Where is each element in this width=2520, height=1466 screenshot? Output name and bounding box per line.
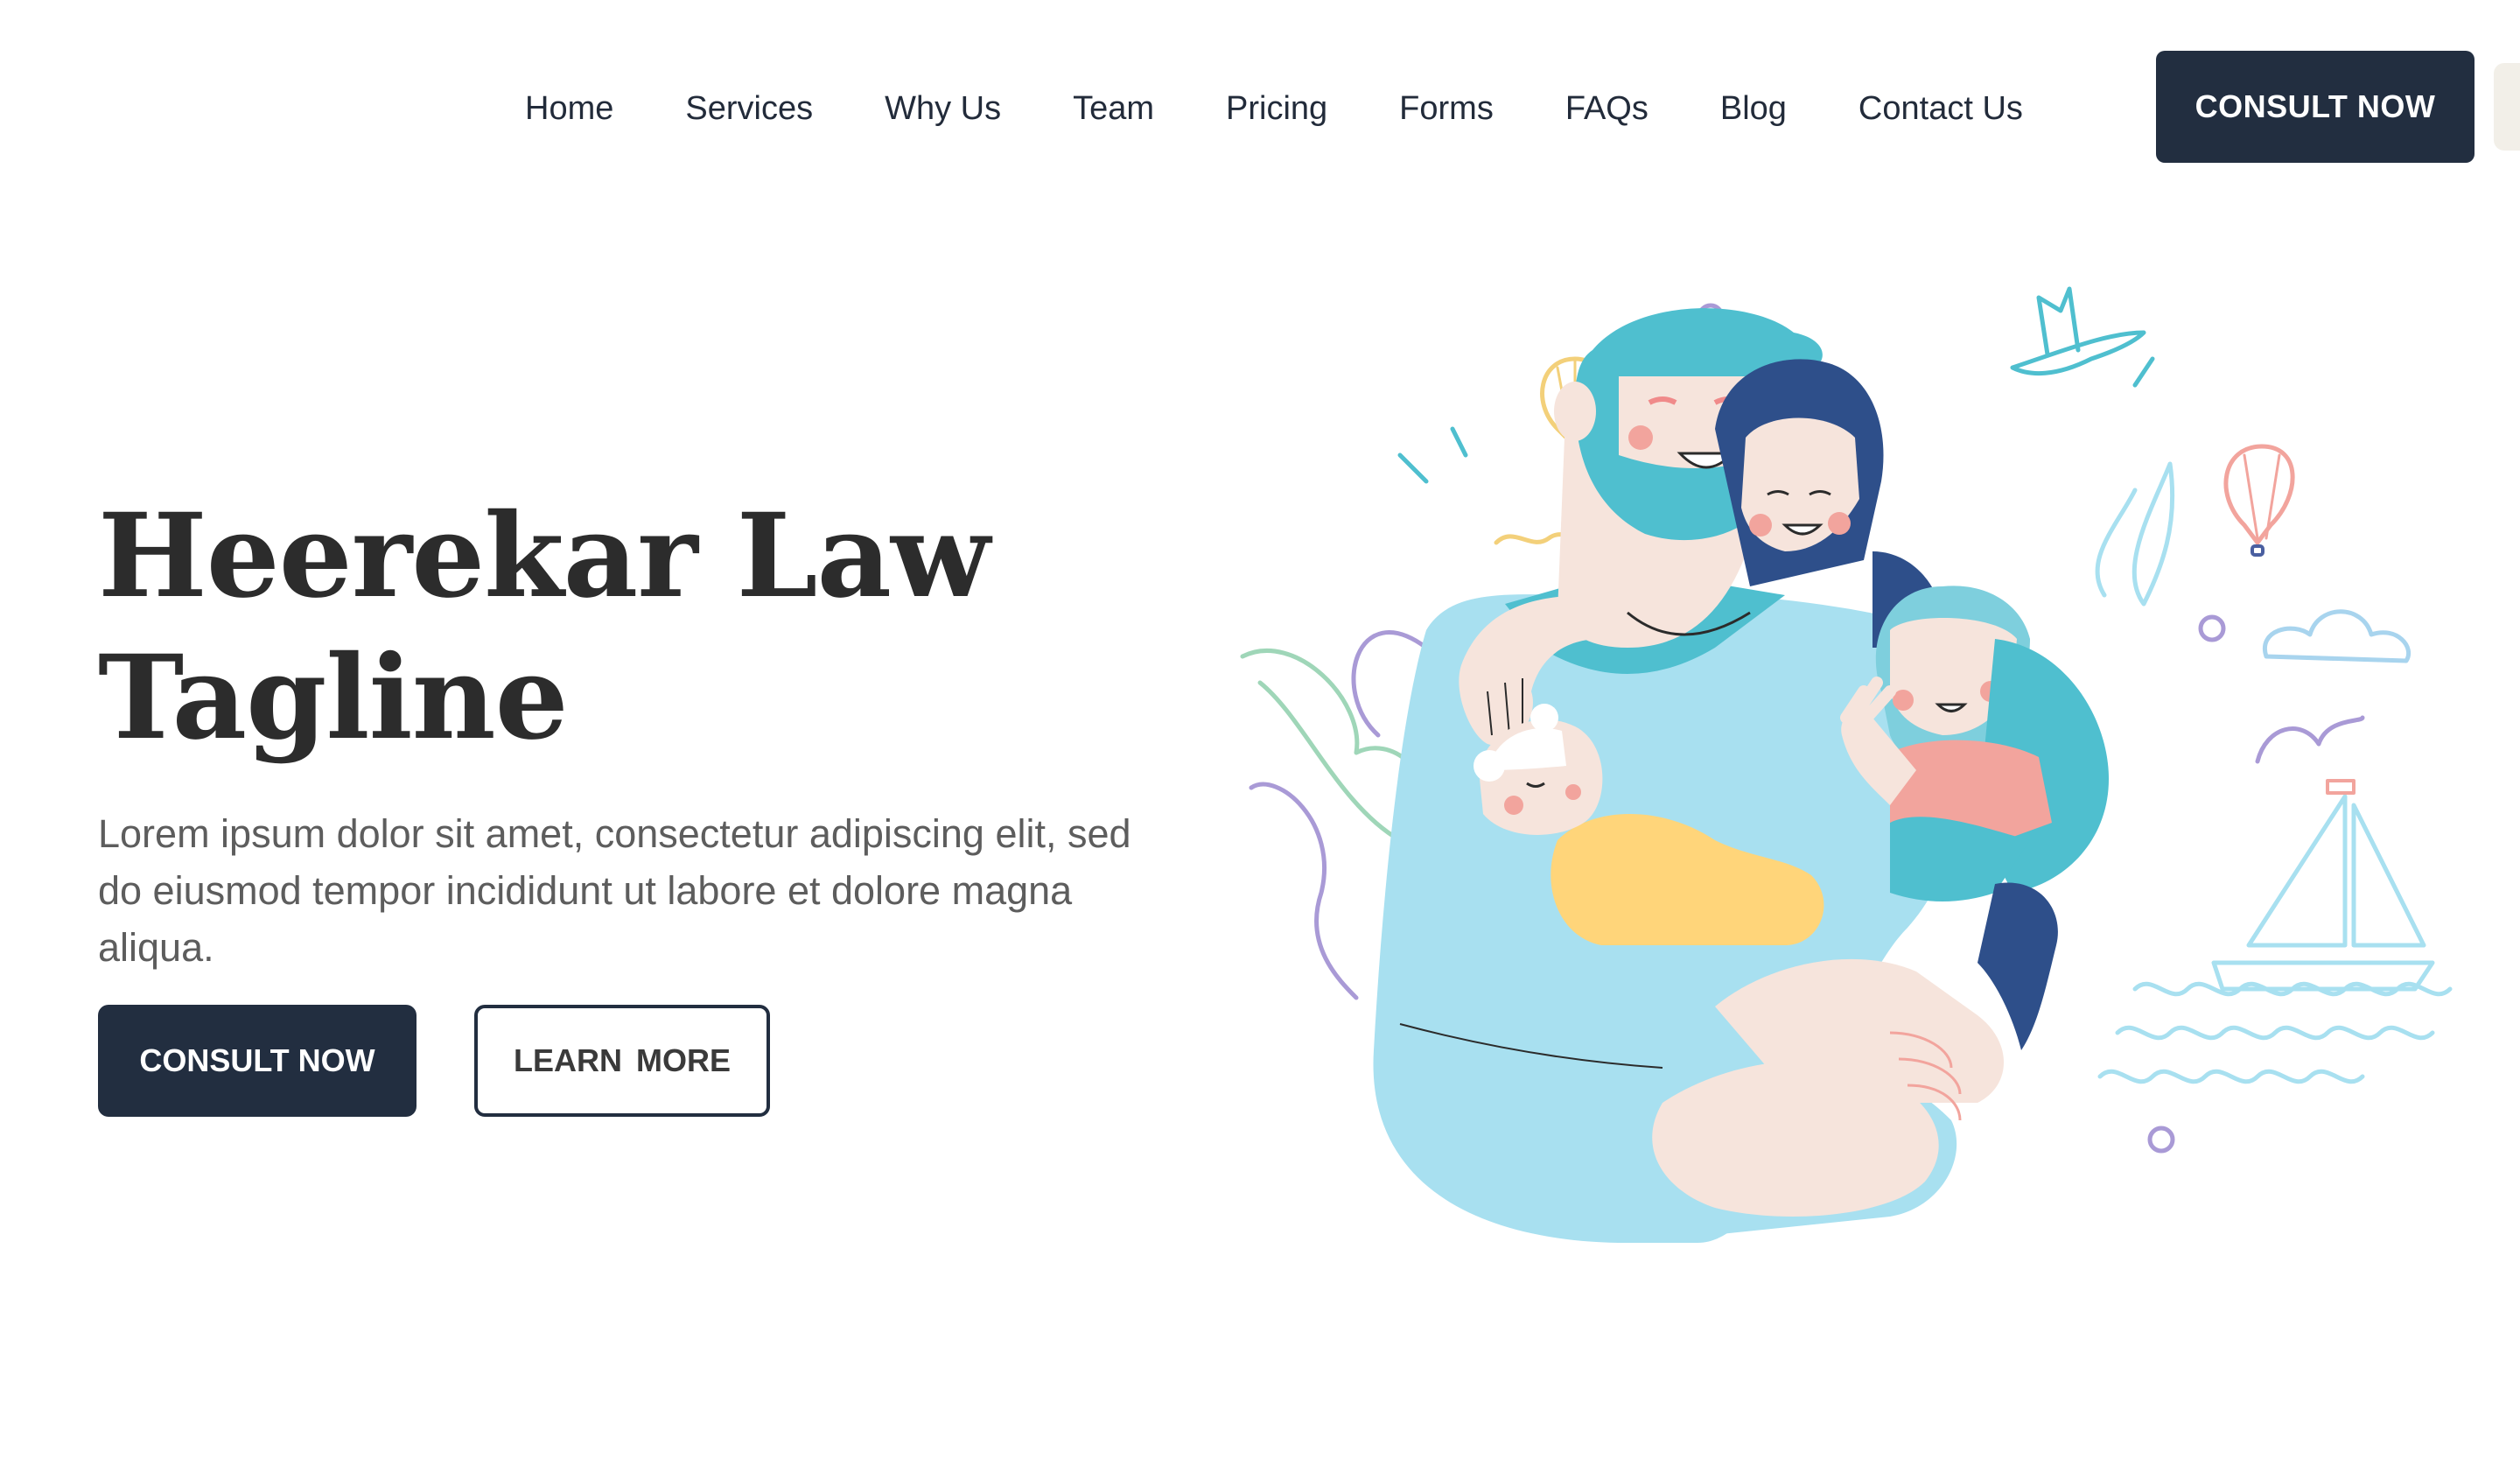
nav-link-contact-us[interactable]: Contact Us xyxy=(1858,51,2023,166)
sailboat-outline xyxy=(2246,794,2426,948)
side-panel-tab[interactable] xyxy=(2494,63,2520,151)
family-illustration xyxy=(1240,286,2453,1243)
plant-outline xyxy=(2095,487,2138,598)
nav-link-blog[interactable]: Blog xyxy=(1720,51,1787,166)
main-nav: Home Services Why Us Team Pricing Forms … xyxy=(525,51,2023,166)
cloud-outline xyxy=(2262,609,2412,663)
plant-outline xyxy=(2132,461,2175,607)
nav-link-why-us[interactable]: Why Us xyxy=(885,51,1001,166)
consult-now-button[interactable]: CONSULT NOW xyxy=(98,1005,416,1117)
balloon-coral xyxy=(2223,444,2295,545)
hero-description: Lorem ipsum dolor sit amet, consectetur … xyxy=(98,811,1131,970)
nav-link-home[interactable]: Home xyxy=(525,51,613,166)
hero-title-line1: Heerekar Law xyxy=(98,488,990,624)
leaf-outline xyxy=(1249,782,1359,1000)
leaf-outline xyxy=(1257,680,1403,843)
nav-link-pricing[interactable]: Pricing xyxy=(1226,51,1327,166)
nav-link-services[interactable]: Services xyxy=(685,51,813,166)
family-figures xyxy=(1373,308,2109,1243)
header-consult-now-button[interactable]: CONSULT NOW xyxy=(2156,51,2474,163)
nav-link-forms[interactable]: Forms xyxy=(1399,51,1494,166)
hero-title: Heerekar Law Tagline xyxy=(98,486,1104,769)
site-header: Home Services Why Us Team Pricing Forms … xyxy=(0,0,2520,175)
nav-link-team[interactable]: Team xyxy=(1073,51,1154,166)
learn-more-button[interactable]: LEARN MORE xyxy=(474,1005,770,1117)
nav-link-faqs[interactable]: FAQs xyxy=(1565,51,1648,166)
hero-title-line2: Tagline xyxy=(98,630,569,766)
